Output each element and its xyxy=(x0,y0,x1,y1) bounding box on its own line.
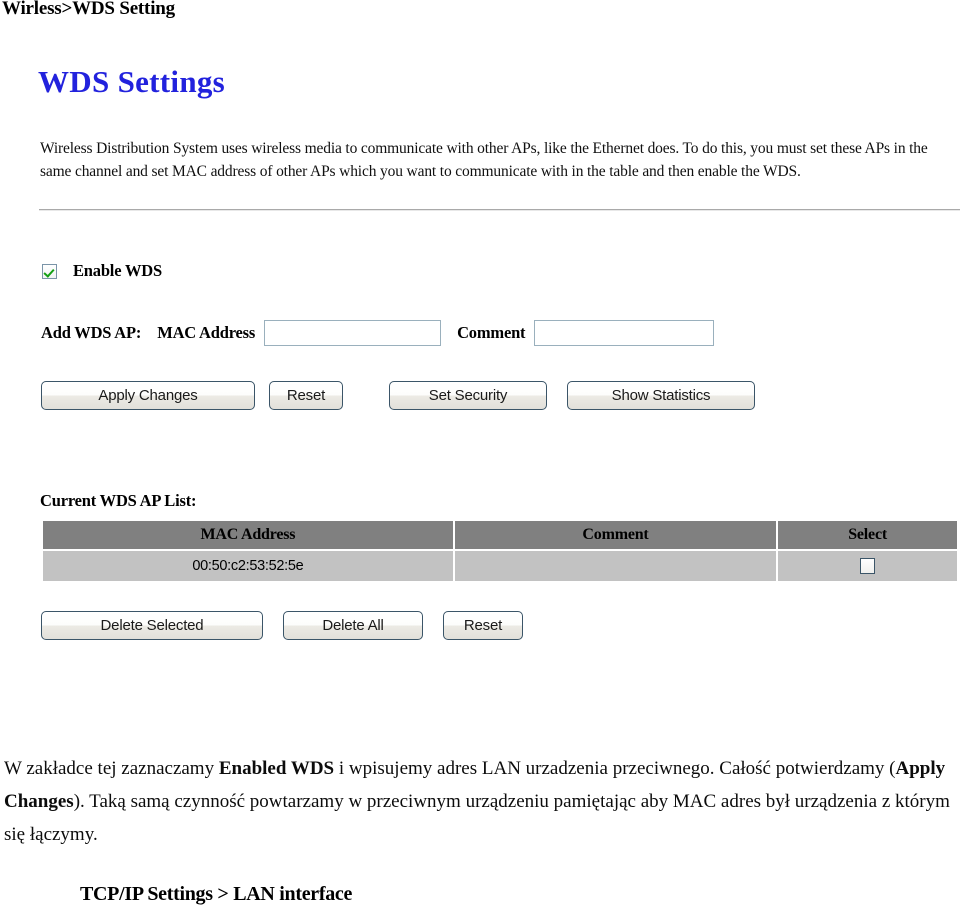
table-row: 00:50:c2:53:52:5e xyxy=(43,551,957,581)
instruction-text: W zakładce tej zaznaczamy Enabled WDS i … xyxy=(4,752,956,851)
mac-address-label: MAC Address xyxy=(157,323,256,342)
prose-line-2-part-c: ). Taką samą czynność powtarzamy w przec… xyxy=(73,791,461,812)
enable-wds-label: Enable WDS xyxy=(73,261,162,280)
column-header-comment: Comment xyxy=(454,521,777,549)
button-show-statistics[interactable]: Show Statistics xyxy=(567,381,755,410)
comment-label: Comment xyxy=(457,323,526,342)
wds-settings-panel: WDS Settings Wireless Distribution Syste… xyxy=(38,58,960,658)
enable-wds-row[interactable]: Enable WDS xyxy=(42,261,162,281)
prose-line-1: W zakładce tej zaznaczamy Enabled WDS i … xyxy=(4,758,715,779)
table-body: 00:50:c2:53:52:5e xyxy=(43,551,957,581)
footer-section-heading: TCP/IP Settings > LAN interface xyxy=(80,883,353,905)
add-wds-ap-row: Add WDS AP: MAC Address Comment xyxy=(41,318,715,348)
comment-input[interactable] xyxy=(534,320,715,346)
table-head: MAC Address Comment Select xyxy=(43,521,957,549)
primary-button-row: Apply Changes Reset Set Security Show Stati… xyxy=(41,381,755,410)
section-divider xyxy=(39,209,960,211)
button-reset[interactable]: Reset xyxy=(269,381,343,410)
prose-line-2-part-a: Całość potwierdzamy ( xyxy=(719,758,896,779)
enable-wds-checkbox[interactable] xyxy=(42,263,57,279)
page-title: Wirless>WDS Setting xyxy=(2,0,175,19)
column-header-mac-address: MAC Address xyxy=(43,521,453,549)
prose-line-1-part-c: i wpisujemy adres LAN urzadzenia przeciw… xyxy=(334,758,715,779)
add-wds-ap-label: Add WDS AP: xyxy=(41,323,142,342)
button-reset[interactable]: Reset xyxy=(443,611,523,640)
column-header-select: Select xyxy=(778,521,957,549)
prose-line-1-bold: Enabled WDS xyxy=(218,758,335,779)
wds-ap-table: MAC Address Comment Select 00:50:c2:53:5… xyxy=(41,519,959,583)
current-wds-ap-list-label: Current WDS AP List: xyxy=(40,491,197,510)
cell-select xyxy=(778,551,957,581)
button-set-security[interactable]: Set Security xyxy=(389,381,547,410)
panel-title: WDS Settings xyxy=(38,64,226,99)
delete-button-row: Delete Selected Delete All Reset xyxy=(41,611,523,640)
button-delete-all[interactable]: Delete All xyxy=(283,611,423,640)
cell-mac-address: 00:50:c2:53:52:5e xyxy=(43,551,453,581)
panel-description: Wireless Distribution System uses wirele… xyxy=(40,140,928,180)
button-delete-selected[interactable]: Delete Selected xyxy=(41,611,263,640)
mac-address-input[interactable] xyxy=(264,320,442,346)
row-select-checkbox[interactable] xyxy=(860,558,876,575)
cell-comment xyxy=(454,551,777,581)
prose-line-1-part-a: W zakładce tej zaznaczamy xyxy=(4,758,219,779)
button-apply-changes[interactable]: Apply Changes xyxy=(41,381,255,410)
table-header-row: MAC Address Comment Select xyxy=(43,521,957,549)
